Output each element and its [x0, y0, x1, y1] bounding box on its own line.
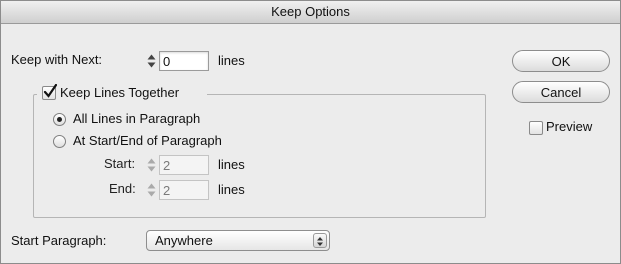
ok-button[interactable]: OK — [512, 50, 610, 72]
keep-with-next-label: Keep with Next: — [11, 52, 103, 67]
start-paragraph-select[interactable]: Anywhere — [146, 230, 330, 251]
keep-options-dialog: Keep Options Keep with Next: 0 lines Kee… — [0, 0, 621, 264]
cancel-button[interactable]: Cancel — [512, 81, 610, 103]
select-arrows-icon — [313, 233, 327, 248]
preview-checkbox[interactable] — [529, 121, 543, 135]
end-stepper[interactable] — [146, 182, 157, 198]
keep-lines-together-label: Keep Lines Together — [60, 85, 180, 100]
dialog-title: Keep Options — [1, 1, 620, 24]
start-label: Start: — [104, 156, 136, 171]
end-input[interactable]: 2 — [159, 180, 209, 200]
start-unit: lines — [218, 157, 245, 172]
radio-selected-dot — [57, 117, 62, 122]
keep-with-next-stepper[interactable] — [146, 53, 157, 69]
checkmark-icon — [43, 84, 57, 98]
keep-with-next-unit: lines — [218, 53, 245, 68]
radio-start-end[interactable] — [53, 135, 66, 148]
preview-label: Preview — [546, 119, 593, 134]
end-label: End: — [109, 181, 136, 196]
end-unit: lines — [218, 182, 245, 197]
start-paragraph-label: Start Paragraph: — [11, 233, 107, 248]
start-input[interactable]: 2 — [159, 155, 209, 175]
keep-with-next-input[interactable]: 0 — [159, 51, 209, 71]
radio-all-lines[interactable] — [53, 113, 66, 126]
start-paragraph-value: Anywhere — [155, 233, 213, 248]
keep-lines-together-checkbox[interactable] — [42, 84, 57, 100]
start-stepper[interactable] — [146, 157, 157, 173]
radio-start-end-label: At Start/End of Paragraph — [73, 133, 222, 148]
radio-all-lines-label: All Lines in Paragraph — [73, 111, 201, 126]
